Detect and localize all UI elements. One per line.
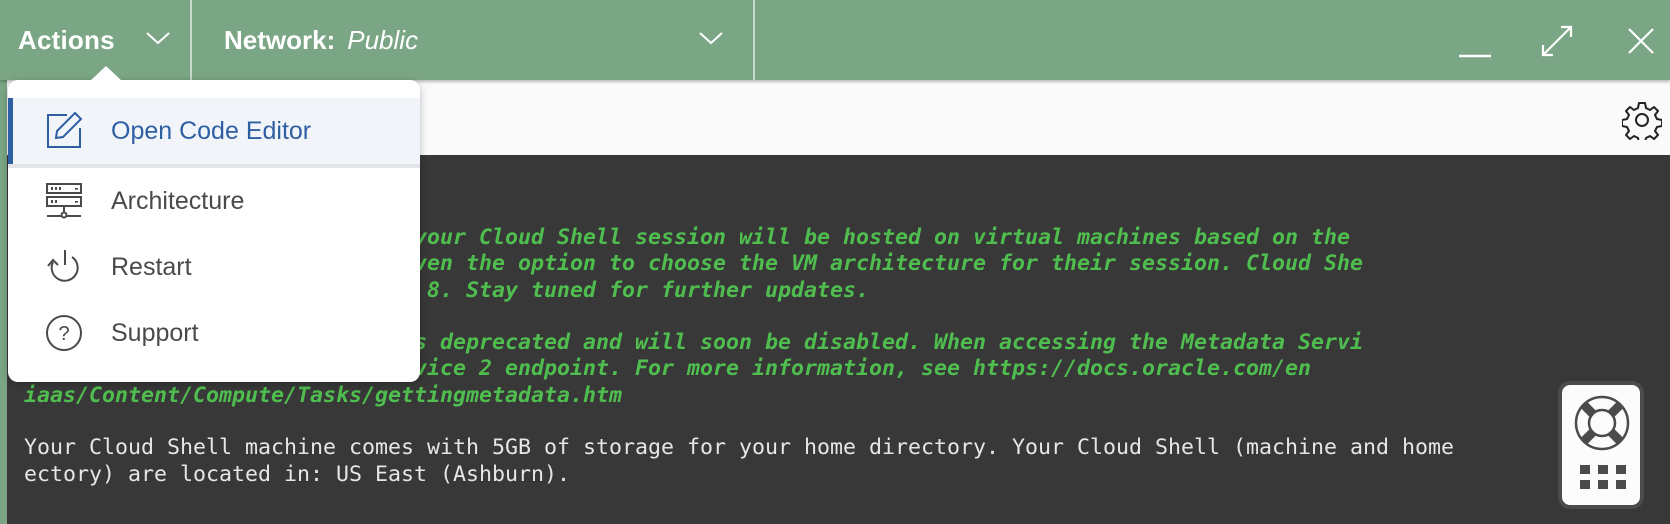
menu-item-label: Support: [111, 318, 199, 347]
header-divider: [753, 0, 755, 80]
close-icon: [1628, 28, 1654, 54]
lifebuoy-icon: [1574, 395, 1630, 451]
server-icon: [44, 181, 84, 221]
chevron-down-icon: [699, 32, 723, 45]
cloud-shell-header: Actions Network: Public: [0, 0, 1670, 80]
terminal-line: ectory) are located in: US East (Ashburn…: [24, 461, 571, 487]
network-value: Public: [347, 24, 419, 55]
restart-icon: [44, 247, 84, 287]
menu-item-support[interactable]: ? Support: [8, 300, 420, 366]
help-widget[interactable]: [1558, 381, 1644, 509]
menu-item-label: Open Code Editor: [111, 116, 312, 145]
actions-label: Actions: [18, 24, 115, 55]
chevron-down-icon: [146, 32, 170, 45]
menu-item-open-code-editor[interactable]: Open Code Editor: [8, 98, 420, 164]
svg-text:?: ?: [58, 323, 69, 345]
network-label: Network:: [224, 24, 336, 55]
help-circle-icon: ?: [44, 313, 84, 353]
grid-icon: [1580, 465, 1626, 489]
network-dropdown[interactable]: Network: Public: [192, 0, 753, 80]
menu-caret: [90, 66, 122, 81]
menu-item-restart[interactable]: Restart: [8, 234, 420, 300]
menu-item-architecture[interactable]: Architecture: [8, 168, 420, 234]
minimize-button[interactable]: [1451, 18, 1497, 64]
actions-menu: Open Code Editor Architecture Restart ? …: [8, 66, 420, 382]
maximize-icon: [1541, 25, 1573, 57]
left-edge-strip: [0, 80, 7, 524]
terminal-line: iaas/Content/Compute/Tasks/gettingmetada…: [24, 382, 623, 408]
menu-item-label: Restart: [111, 252, 192, 281]
close-button[interactable]: [1618, 18, 1664, 64]
minimize-icon: [1459, 54, 1491, 58]
menu-item-label: Architecture: [111, 186, 245, 215]
gear-icon[interactable]: [1622, 100, 1662, 140]
terminal-line: Your Cloud Shell machine comes with 5GB …: [24, 435, 1455, 461]
edit-icon: [44, 111, 84, 151]
maximize-button[interactable]: [1534, 18, 1580, 64]
